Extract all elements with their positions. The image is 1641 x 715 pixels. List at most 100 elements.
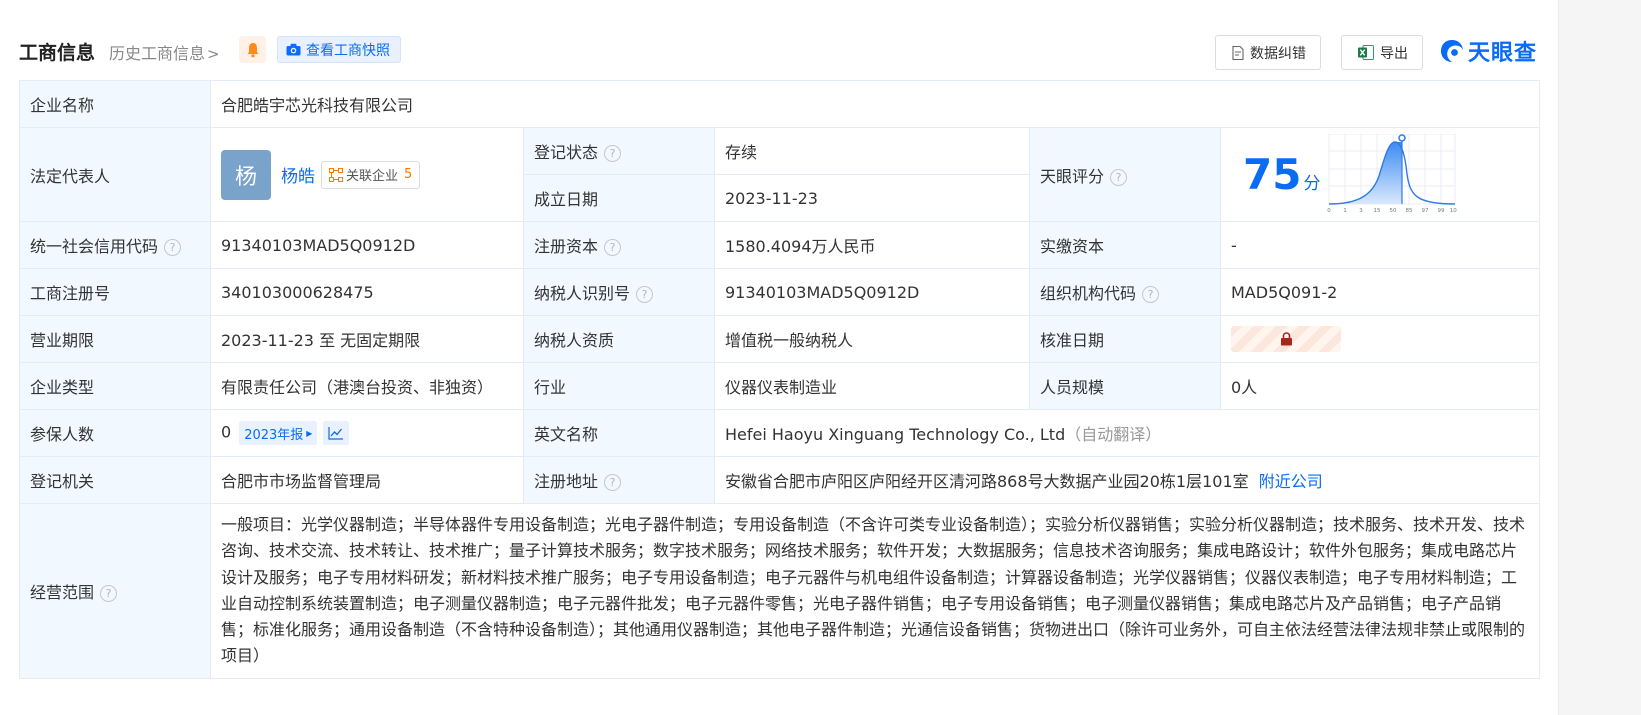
reg-status-label-text: 登记状态 (534, 143, 599, 162)
score-distribution-chart: 0 1 3 15 50 85 97 99 100 (1327, 134, 1457, 214)
excel-icon (1358, 45, 1374, 60)
help-icon[interactable]: ? (1110, 168, 1128, 186)
view-snapshot-button[interactable]: 查看工商快照 (277, 36, 401, 63)
table-row: 企业名称 合肥皓宇芯光科技有限公司 (19, 80, 1541, 128)
staff-size-label: 人员规模 (1029, 362, 1221, 410)
biz-scope-label-text: 经营范围 (30, 582, 95, 602)
help-icon[interactable]: ? (1142, 286, 1160, 303)
score-axis-tick: 3 (1359, 208, 1363, 214)
tianyancha-logo-icon (1441, 40, 1463, 62)
document-edit-icon (1232, 45, 1244, 60)
approval-date-label: 核准日期 (1029, 315, 1221, 363)
company-type-label: 企业类型 (19, 362, 211, 410)
credit-code-label-text: 统一社会信用代码 (30, 237, 159, 256)
section-header: 工商信息 历史工商信息 > 查看工商快照 数据纠错 导出 天眼查 (19, 35, 1539, 72)
english-name-cell: Hefei Haoyu Xinguang Technology Co., Ltd… (713, 409, 1541, 457)
tianyan-score-label-text: 天眼评分 (1040, 166, 1105, 186)
data-correction-label: 数据纠错 (1250, 45, 1306, 62)
chevron-right-icon: > (207, 45, 220, 63)
paid-capital-label: 实缴资本 (1029, 221, 1221, 269)
taxpayer-id-label-text: 纳税人识别号 (534, 284, 631, 303)
line-chart-icon (328, 427, 344, 440)
org-code-label-text: 组织机构代码 (1040, 284, 1137, 303)
reg-authority-label: 登记机关 (19, 456, 211, 504)
help-icon[interactable]: ? (164, 239, 182, 256)
industry-value: 仪器仪表制造业 (714, 362, 1030, 410)
credit-code-value: 91340103MAD5Q0912D (210, 221, 524, 269)
paid-capital-value: - (1219, 221, 1541, 269)
founded-date-label: 成立日期 (523, 174, 715, 222)
reg-address-label: 注册地址? (523, 456, 715, 504)
insured-count-label: 参保人数 (19, 409, 211, 457)
export-button[interactable]: 导出 (1341, 35, 1423, 70)
legal-rep-label: 法定代表人 (19, 127, 211, 222)
reg-address-value: 安徽省合肥市庐阳区庐阳经开区清河路868号大数据产业园20栋1层101室 (725, 472, 1249, 491)
taxpayer-qual-label: 纳税人资质 (523, 315, 715, 363)
business-info-table: 企业名称 合肥皓宇芯光科技有限公司 法定代表人 杨 杨皓 关联企业 5 登记状态?… (19, 80, 1541, 679)
table-row: 企业类型 有限责任公司（港澳台投资、非独资） 行业 仪器仪表制造业 人员规模 0… (19, 362, 1541, 410)
company-name-value: 合肥皓宇芯光科技有限公司 (209, 80, 1541, 128)
table-row: 参保人数 0 2023年报 ▶ 英文名称 Hefei Haoyu Xinguang … (19, 409, 1541, 457)
history-link-label: 历史工商信息 (109, 44, 206, 63)
legal-rep-cell: 杨 杨皓 关联企业 5 (210, 127, 524, 222)
table-row: 登记机关 合肥市市场监督管理局 注册地址? 安徽省合肥市庐阳区庐阳经开区清河路8… (19, 456, 1541, 504)
score-unit: 分 (1303, 174, 1321, 194)
tianyan-score-cell[interactable]: 75分 0 1 3 15 50 85 97 99 100 (1219, 127, 1541, 222)
lock-icon (1280, 332, 1292, 346)
insured-count-value: 0 (221, 422, 232, 442)
tianyan-score-label: 天眼评分? (1029, 127, 1221, 222)
legal-rep-name-link[interactable]: 杨皓 (281, 162, 315, 187)
reg-status-label: 登记状态? (523, 127, 715, 175)
company-name-label: 企业名称 (19, 80, 211, 128)
vip-locked-value[interactable] (1231, 326, 1341, 352)
export-label: 导出 (1380, 45, 1408, 62)
reg-address-label-text: 注册地址 (534, 472, 599, 491)
score-axis-tick: 99 (1438, 208, 1445, 214)
taxpayer-id-value: 91340103MAD5Q0912D (714, 268, 1030, 316)
caret-right-icon: ▶ (306, 428, 313, 438)
table-row: 经营范围? 一般项目：光学仪器制造；半导体器件专用设备制造；光电子器件制造；专用… (19, 503, 1541, 679)
english-name-label: 英文名称 (523, 409, 715, 457)
reg-capital-value: 1580.4094万人民币 (714, 221, 1030, 269)
insured-count-cell: 0 2023年报 ▶ (210, 409, 524, 457)
brand-name: 天眼查 (1468, 41, 1538, 66)
relation-network-icon (329, 167, 343, 182)
help-icon[interactable]: ? (100, 584, 118, 602)
biz-term-label: 营业期限 (19, 315, 211, 363)
org-code-label: 组织机构代码? (1029, 268, 1221, 316)
table-row: 统一社会信用代码? 91340103MAD5Q0912D 注册资本? 1580.… (19, 221, 1541, 269)
history-link[interactable]: 历史工商信息 > (109, 40, 220, 64)
related-companies-count: 5 (404, 167, 413, 182)
reg-status-value: 存续 (714, 127, 1030, 175)
score-axis-tick: 15 (1374, 208, 1381, 214)
bell-button[interactable] (239, 36, 266, 63)
avatar[interactable]: 杨 (221, 149, 271, 200)
english-name-value: Hefei Haoyu Xinguang Technology Co., Ltd (725, 425, 1066, 444)
taxpayer-qual-value: 增值税一般纳税人 (714, 315, 1030, 363)
related-companies-button[interactable]: 关联企业 5 (321, 160, 421, 189)
biz-scope-value: 一般项目：光学仪器制造；半导体器件专用设备制造；光电子器件制造；专用设备制造（不… (209, 503, 1541, 679)
biz-reg-no-label: 工商注册号 (19, 268, 211, 316)
org-code-value: MAD5Q091-2 (1219, 268, 1541, 316)
annual-report-dropdown[interactable]: 2023年报 ▶ (239, 421, 318, 445)
help-icon[interactable]: ? (604, 145, 622, 162)
view-snapshot-label: 查看工商快照 (306, 42, 390, 59)
score-number: 75 (1243, 150, 1302, 199)
help-icon[interactable]: ? (636, 286, 654, 303)
help-icon[interactable]: ? (604, 239, 622, 256)
biz-term-value: 2023-11-23 至 无固定期限 (210, 315, 524, 363)
biz-scope-label: 经营范围? (19, 503, 211, 679)
trend-chart-button[interactable] (323, 421, 350, 445)
annual-report-label: 2023年报 (244, 427, 304, 443)
biz-reg-no-value: 340103000628475 (210, 268, 524, 316)
reg-address-cell: 安徽省合肥市庐阳区庐阳经开区清河路868号大数据产业园20栋1层101室 附近公… (713, 456, 1541, 504)
page-scrollbar[interactable] (1558, 0, 1641, 715)
table-row: 工商注册号 340103000628475 纳税人识别号? 91340103MA… (19, 268, 1541, 316)
tianyan-score: 75 分 (1243, 150, 1320, 199)
industry-label: 行业 (523, 362, 715, 410)
score-axis-tick: 100 (1450, 208, 1457, 214)
help-icon[interactable]: ? (604, 474, 622, 491)
auto-translate-note: （自动翻译） (1065, 425, 1162, 444)
nearby-companies-link[interactable]: 附近公司 (1259, 472, 1323, 491)
data-correction-button[interactable]: 数据纠错 (1215, 35, 1321, 70)
